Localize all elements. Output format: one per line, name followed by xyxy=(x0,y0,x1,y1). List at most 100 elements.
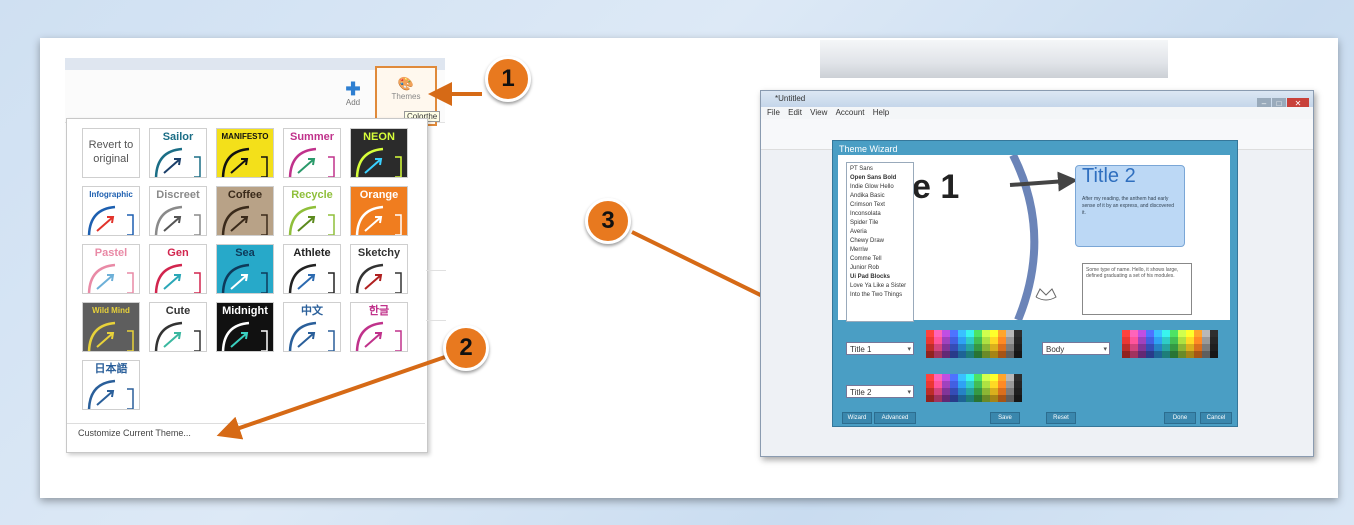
color-swatch[interactable] xyxy=(1006,388,1014,395)
color-swatch[interactable] xyxy=(1122,330,1130,337)
color-swatch[interactable] xyxy=(1178,330,1186,337)
color-swatch[interactable] xyxy=(942,337,950,344)
color-swatch[interactable] xyxy=(1006,395,1014,402)
color-swatch[interactable] xyxy=(1178,344,1186,351)
title1-font-select[interactable]: Title 1 xyxy=(846,342,914,356)
color-swatch[interactable] xyxy=(1014,351,1022,358)
color-swatch[interactable] xyxy=(934,351,942,358)
color-swatch[interactable] xyxy=(950,344,958,351)
color-swatch[interactable] xyxy=(1122,351,1130,358)
color-swatch[interactable] xyxy=(1210,337,1218,344)
color-swatch[interactable] xyxy=(1146,330,1154,337)
theme-tile[interactable]: Sea xyxy=(216,244,274,294)
theme-tile[interactable]: Cute xyxy=(149,302,207,352)
color-swatch[interactable] xyxy=(942,388,950,395)
color-swatch[interactable] xyxy=(1014,337,1022,344)
color-swatch[interactable] xyxy=(1130,344,1138,351)
color-swatch[interactable] xyxy=(1130,351,1138,358)
color-swatch[interactable] xyxy=(990,374,998,381)
menu-account[interactable]: Account xyxy=(836,108,865,117)
color-swatch[interactable] xyxy=(974,381,982,388)
color-swatch[interactable] xyxy=(974,337,982,344)
theme-tile[interactable]: Wild Mind xyxy=(82,302,140,352)
font-list-item[interactable]: Merriw xyxy=(850,246,910,255)
color-swatch[interactable] xyxy=(974,374,982,381)
save-button[interactable]: Save xyxy=(990,412,1020,424)
color-swatch[interactable] xyxy=(966,388,974,395)
theme-tile[interactable]: 中文 xyxy=(283,302,341,352)
color-swatch[interactable] xyxy=(966,381,974,388)
color-swatch[interactable] xyxy=(1006,374,1014,381)
color-swatch[interactable] xyxy=(998,381,1006,388)
color-swatch[interactable] xyxy=(1138,351,1146,358)
color-swatch[interactable] xyxy=(1186,337,1194,344)
font-list-item[interactable]: Andika Basic xyxy=(850,192,910,201)
color-swatch[interactable] xyxy=(950,395,958,402)
color-swatch[interactable] xyxy=(942,374,950,381)
color-swatch[interactable] xyxy=(998,330,1006,337)
color-swatch[interactable] xyxy=(1006,351,1014,358)
color-swatch[interactable] xyxy=(1006,344,1014,351)
color-swatch[interactable] xyxy=(1122,337,1130,344)
color-swatch[interactable] xyxy=(1202,344,1210,351)
color-swatch[interactable] xyxy=(990,337,998,344)
color-swatch[interactable] xyxy=(966,344,974,351)
theme-tile[interactable]: Discreet xyxy=(149,186,207,236)
color-swatch[interactable] xyxy=(990,344,998,351)
theme-tile[interactable]: NEON xyxy=(350,128,408,178)
color-swatch[interactable] xyxy=(950,351,958,358)
color-swatch[interactable] xyxy=(1194,330,1202,337)
color-swatch[interactable] xyxy=(966,395,974,402)
color-swatch[interactable] xyxy=(1202,351,1210,358)
color-swatch[interactable] xyxy=(1186,344,1194,351)
color-swatch[interactable] xyxy=(982,395,990,402)
color-swatch[interactable] xyxy=(974,344,982,351)
wizard-tab[interactable]: Wizard xyxy=(842,412,872,424)
font-list-item[interactable]: Love Ya Like a Sister xyxy=(850,282,910,291)
color-swatch[interactable] xyxy=(926,374,934,381)
color-swatch[interactable] xyxy=(998,337,1006,344)
color-swatch[interactable] xyxy=(1162,344,1170,351)
color-swatch[interactable] xyxy=(934,388,942,395)
color-swatch[interactable] xyxy=(982,381,990,388)
menu-view[interactable]: View xyxy=(810,108,827,117)
color-swatch[interactable] xyxy=(982,337,990,344)
cancel-button[interactable]: Cancel xyxy=(1200,412,1232,424)
theme-tile[interactable]: Summer xyxy=(283,128,341,178)
color-swatch[interactable] xyxy=(1154,351,1162,358)
color-swatch[interactable] xyxy=(1162,337,1170,344)
customize-current-theme-item[interactable]: Customize Current Theme... xyxy=(78,428,191,438)
color-swatch[interactable] xyxy=(1138,344,1146,351)
color-swatch[interactable] xyxy=(1130,330,1138,337)
color-swatch[interactable] xyxy=(926,351,934,358)
advanced-tab[interactable]: Advanced xyxy=(874,412,916,424)
color-swatch[interactable] xyxy=(1154,330,1162,337)
color-swatch[interactable] xyxy=(1194,351,1202,358)
font-list-item[interactable]: Crimson Text xyxy=(850,201,910,210)
color-swatch[interactable] xyxy=(1014,330,1022,337)
color-swatch[interactable] xyxy=(1138,337,1146,344)
color-swatch[interactable] xyxy=(998,388,1006,395)
color-swatch[interactable] xyxy=(958,388,966,395)
theme-tile[interactable]: Gen xyxy=(149,244,207,294)
color-swatch[interactable] xyxy=(1186,351,1194,358)
revert-to-original-button[interactable]: Revert to original xyxy=(82,128,140,178)
theme-tile[interactable]: Coffee xyxy=(216,186,274,236)
color-swatch[interactable] xyxy=(974,388,982,395)
theme-tile[interactable]: MANIFESTO xyxy=(216,128,274,178)
color-swatch[interactable] xyxy=(958,374,966,381)
theme-tile[interactable]: 한글 xyxy=(350,302,408,352)
color-swatch[interactable] xyxy=(1170,337,1178,344)
color-swatch[interactable] xyxy=(990,395,998,402)
color-swatch[interactable] xyxy=(942,351,950,358)
color-swatch[interactable] xyxy=(990,351,998,358)
add-button[interactable]: ✚ Add xyxy=(340,80,366,114)
color-swatch[interactable] xyxy=(1178,337,1186,344)
color-swatch[interactable] xyxy=(982,344,990,351)
color-swatch[interactable] xyxy=(998,344,1006,351)
color-swatch[interactable] xyxy=(998,395,1006,402)
font-list-item[interactable]: Junior Rob xyxy=(850,264,910,273)
color-swatch[interactable] xyxy=(1146,337,1154,344)
color-swatch[interactable] xyxy=(1210,330,1218,337)
color-swatch[interactable] xyxy=(1202,337,1210,344)
